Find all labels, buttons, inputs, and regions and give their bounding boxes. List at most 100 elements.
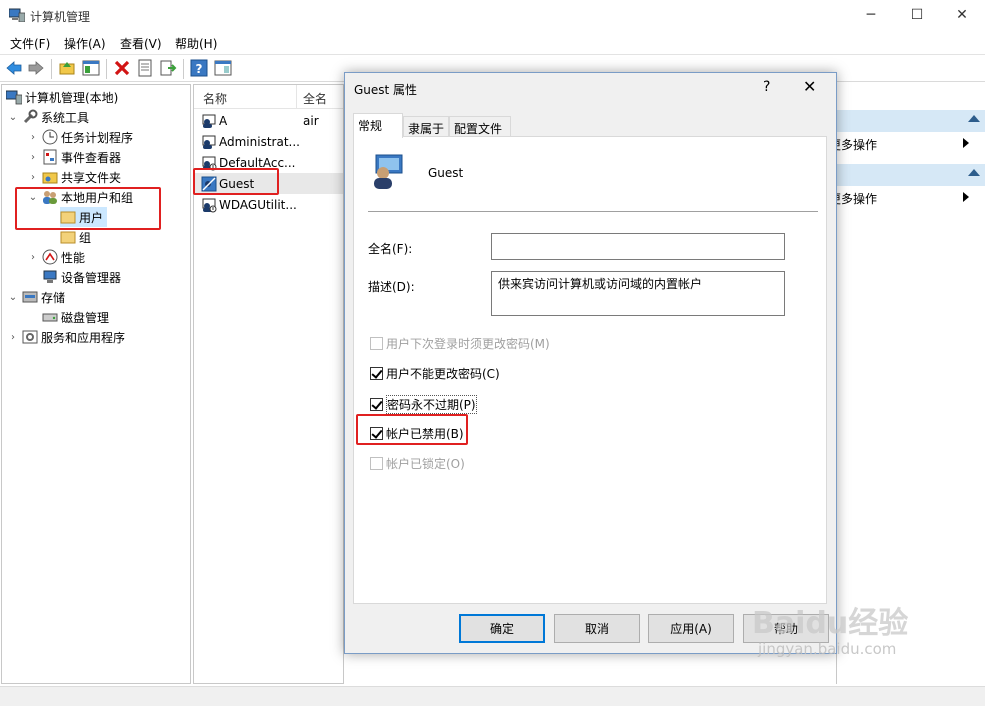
event-viewer-icon	[43, 149, 57, 165]
checkbox-cannot-change-password[interactable]: 用户不能更改密码(C)	[370, 365, 500, 382]
properties-icon[interactable]	[136, 59, 154, 77]
checkbox-label: 帐户已锁定(O)	[386, 457, 465, 471]
checkbox-must-change-password[interactable]: 用户下次登录时须更改密码(M)	[370, 335, 550, 352]
tools-icon	[23, 109, 38, 124]
tab-panel-general: Guest 全名(F): 描述(D): 供来宾访问计算机或访问域的内置帐户 用户…	[353, 136, 827, 604]
user-name-heading: Guest	[428, 166, 464, 180]
apply-button[interactable]: 应用(A)	[648, 614, 734, 643]
tree-item-root[interactable]: 计算机管理(本地)	[6, 87, 118, 107]
minimize-button[interactable]: ─	[848, 0, 894, 30]
list-item[interactable]: WDAGUtilit...	[194, 194, 343, 215]
divider	[368, 211, 818, 212]
export-list-icon[interactable]	[159, 59, 177, 77]
expand-chevron-icon[interactable]: ›	[8, 332, 18, 343]
show-hide-tree-icon[interactable]	[82, 59, 100, 77]
up-folder-icon[interactable]	[58, 59, 76, 77]
tree-item-storage[interactable]: ⌄ 存储	[8, 287, 65, 307]
fullname-field[interactable]	[491, 233, 785, 260]
tree-item-system-tools[interactable]: ⌄ 系统工具	[8, 107, 89, 127]
tree-item-task-scheduler[interactable]: › 任务计划程序	[28, 127, 133, 147]
column-header-name[interactable]: 名称	[203, 90, 227, 107]
tree-label: 组	[79, 230, 92, 245]
expand-chevron-icon[interactable]: ›	[28, 252, 38, 263]
checkbox-box[interactable]	[370, 367, 383, 380]
window-titlebar: 计算机管理 ─ ☐ ✕	[0, 0, 985, 32]
collapse-caret-icon[interactable]	[968, 115, 980, 122]
tree-item-services-apps[interactable]: › 服务和应用程序	[8, 327, 125, 347]
list-header: 名称 全名	[194, 85, 343, 109]
tab-general[interactable]: 常规	[353, 113, 403, 138]
forward-arrow-icon[interactable]	[27, 59, 45, 77]
dialog-title: Guest 属性	[354, 83, 418, 97]
tree-item-device-manager[interactable]: 设备管理器	[42, 267, 121, 287]
help-button[interactable]: 帮助	[743, 614, 829, 643]
show-action-pane-icon[interactable]	[214, 59, 232, 77]
user-icon	[202, 135, 216, 149]
menu-file[interactable]: 文件(F)	[10, 35, 50, 52]
menu-view[interactable]: 查看(V)	[120, 35, 162, 52]
toolbar-separator	[51, 59, 52, 79]
cancel-button[interactable]: 取消	[554, 614, 640, 643]
description-field[interactable]: 供来宾访问计算机或访问域的内置帐户	[491, 271, 785, 316]
tree-label: 事件查看器	[61, 150, 122, 165]
actions-section-header[interactable]	[837, 110, 985, 132]
actions-section-header[interactable]	[837, 164, 985, 186]
submenu-arrow-icon	[963, 192, 969, 202]
computer-management-icon	[6, 90, 22, 105]
tree-item-shared-folders[interactable]: › 共享文件夹	[28, 167, 121, 187]
checkbox-label: 用户下次登录时须更改密码(M)	[386, 337, 550, 351]
list-item[interactable]: A air	[194, 110, 343, 131]
collapse-chevron-icon[interactable]: ⌄	[8, 112, 18, 123]
tab-profile[interactable]: 配置文件	[449, 116, 511, 137]
menu-action[interactable]: 操作(A)	[64, 35, 106, 52]
tree-item-disk-management[interactable]: 磁盘管理	[42, 307, 109, 327]
expand-chevron-icon[interactable]: ›	[28, 172, 38, 183]
description-label: 描述(D):	[368, 280, 415, 294]
column-header-fullname[interactable]: 全名	[303, 90, 327, 107]
close-button[interactable]: ✕	[939, 0, 985, 30]
column-divider[interactable]	[296, 85, 297, 109]
more-actions-item[interactable]: 更多操作	[829, 190, 985, 208]
checkbox-box[interactable]	[370, 398, 383, 411]
checkbox-account-locked[interactable]: 帐户已锁定(O)	[370, 455, 465, 472]
user-name: Administrat...	[219, 134, 300, 149]
help-icon[interactable]: ?	[190, 59, 208, 77]
tree-item-event-viewer[interactable]: › 事件查看器	[28, 147, 121, 167]
shared-folder-icon	[42, 172, 58, 184]
svg-text:?: ?	[196, 62, 203, 76]
tree-label: 系统工具	[41, 110, 90, 125]
checkbox-password-never-expires[interactable]: 密码永不过期(P)	[370, 395, 477, 414]
highlight-box	[356, 414, 468, 445]
checkbox-box[interactable]	[370, 337, 383, 350]
tree-label: 存储	[41, 290, 66, 305]
tree-label: 磁盘管理	[61, 310, 110, 325]
delete-icon[interactable]	[113, 59, 131, 77]
dialog-close-button[interactable]: ✕	[803, 77, 816, 96]
folder-icon	[60, 231, 76, 244]
tree-item-performance[interactable]: › 性能	[28, 247, 85, 267]
menu-help[interactable]: 帮助(H)	[175, 35, 217, 52]
storage-icon	[22, 291, 38, 303]
disabled-user-icon	[202, 198, 217, 212]
tree-label: 性能	[61, 250, 86, 265]
collapse-chevron-icon[interactable]: ⌄	[8, 292, 18, 303]
tab-member-of[interactable]: 隶属于	[403, 116, 449, 137]
expand-chevron-icon[interactable]: ›	[28, 152, 38, 163]
tree-item-groups[interactable]: 组	[60, 227, 91, 247]
dialog-help-button[interactable]: ?	[763, 79, 770, 95]
back-arrow-icon[interactable]	[5, 59, 23, 77]
services-icon	[22, 330, 38, 344]
toolbar-separator	[183, 59, 184, 79]
user-name: A	[219, 113, 228, 128]
maximize-button[interactable]: ☐	[894, 0, 940, 30]
checkbox-label: 用户不能更改密码(C)	[386, 367, 500, 381]
more-actions-item[interactable]: 更多操作	[829, 136, 985, 154]
performance-icon	[42, 249, 58, 265]
console-tree: 计算机管理(本地) ⌄ 系统工具 › 任务计划程序 › 事件查看器 › 共享文件…	[1, 84, 191, 684]
tree-label: 计算机管理(本地)	[25, 90, 119, 105]
collapse-caret-icon[interactable]	[968, 169, 980, 176]
list-item[interactable]: Administrat...	[194, 131, 343, 152]
expand-chevron-icon[interactable]: ›	[28, 132, 38, 143]
ok-button[interactable]: 确定	[459, 614, 545, 643]
checkbox-box[interactable]	[370, 457, 383, 470]
